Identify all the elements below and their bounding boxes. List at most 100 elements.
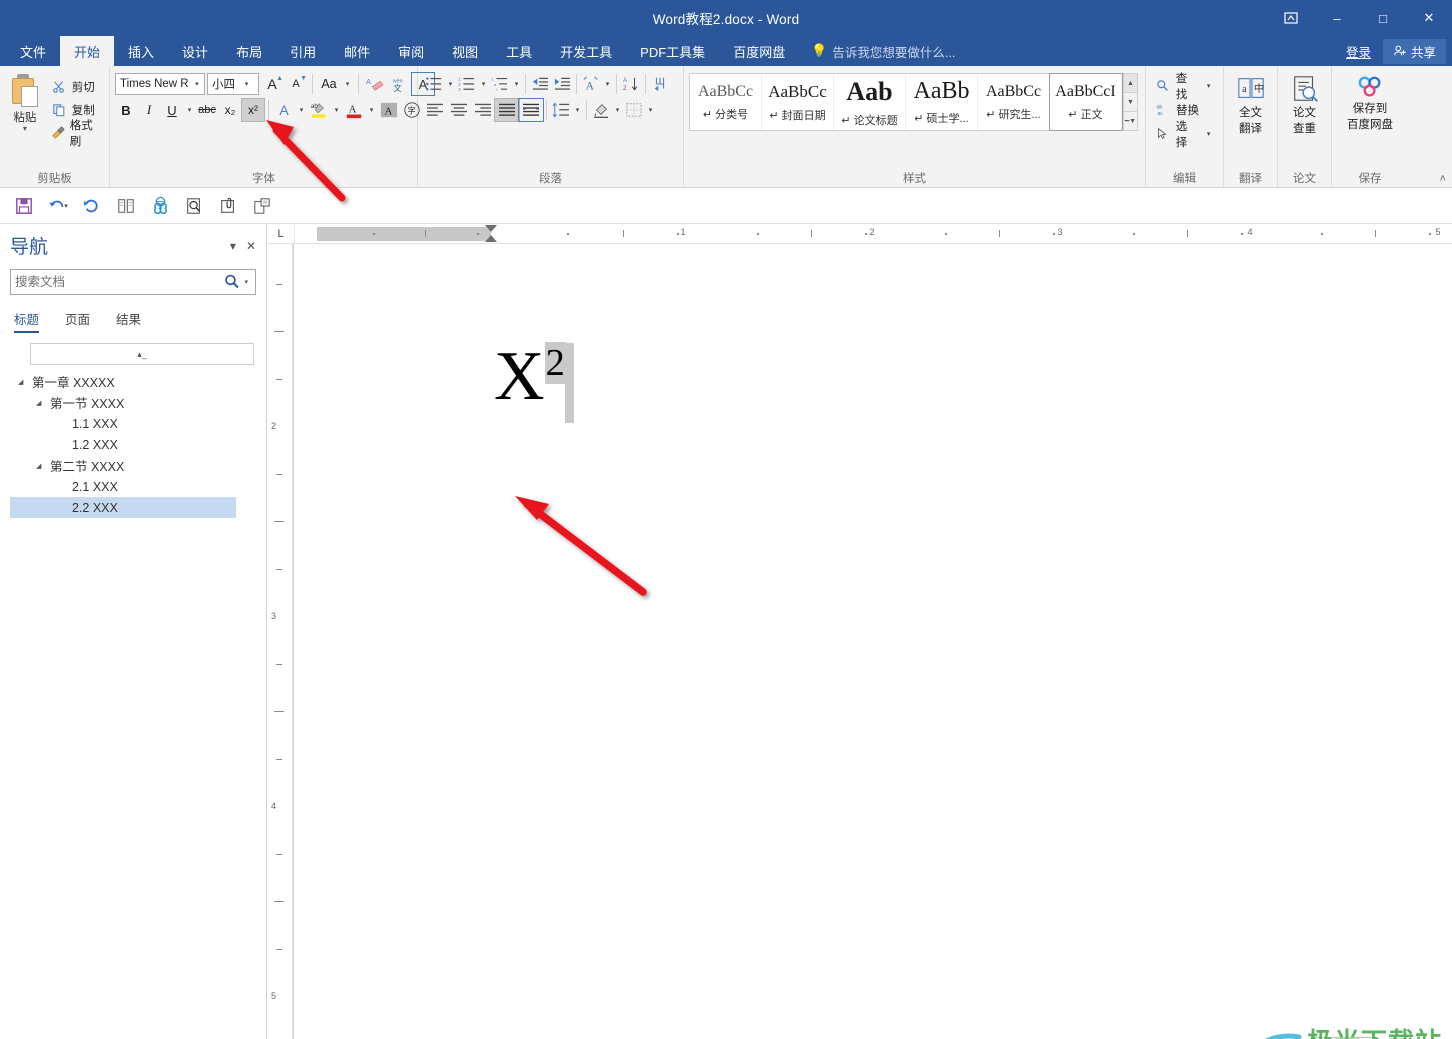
asian-layout-button[interactable]: A [580,73,602,95]
shrink-font-button[interactable]: A ▼ [285,73,307,95]
character-shading-button[interactable]: A [378,99,400,121]
minimize-button[interactable]: – [1314,0,1360,36]
tab-view[interactable]: 视图 [438,36,492,66]
tab-developer[interactable]: 开发工具 [546,36,626,66]
style-item-3[interactable]: AaBb ↵ 硕士学... [906,74,978,130]
nav-heading-1-1[interactable]: 1.1 XXX [10,413,256,434]
paste-caret-icon[interactable]: ▾ [23,125,27,133]
tab-references[interactable]: 引用 [276,36,330,66]
expand-arrow-icon[interactable]: ◢ [36,399,50,407]
style-item-5[interactable]: AaBbCcI ↵ 正文 [1049,73,1123,131]
tab-pdf-tools[interactable]: PDF工具集 [626,36,719,66]
align-right-button[interactable] [471,99,495,121]
text-highlight-button[interactable]: ab [308,99,330,121]
underline-caret-icon[interactable]: ▾ [184,106,195,114]
style-item-4[interactable]: AaBbCc ↵ 研究生... [978,74,1050,130]
tab-stop-selector[interactable]: L [267,224,295,243]
expand-arrow-icon[interactable]: ◢ [36,462,50,470]
nav-tab-results[interactable]: 结果 [116,309,141,333]
highlight-caret-icon[interactable]: ▾ [331,106,342,114]
hanging-indent-marker[interactable] [485,235,497,242]
change-case-button[interactable]: Aa [318,73,340,95]
select-caret-icon[interactable]: ▾ [1203,130,1214,138]
bold-button[interactable]: B [115,99,137,121]
line-spacing-caret-icon[interactable]: ▾ [572,106,583,114]
tab-review[interactable]: 审阅 [384,36,438,66]
navigation-scroll-up-box[interactable]: ▴_ [30,343,254,365]
close-button[interactable]: ✕ [1406,0,1452,36]
font-size-combo[interactable]: 小四 ▾ [207,73,259,95]
numbering-button[interactable]: 123 [456,73,478,95]
sort-button[interactable]: AZ [620,73,642,95]
print-preview-icon[interactable] [180,193,208,219]
ruler-track[interactable]: 1 2 3 4 5 [295,224,1452,243]
sign-in-link[interactable]: 登录 [1338,42,1379,61]
borders-caret-icon[interactable]: ▾ [645,106,656,114]
tell-me-box[interactable]: 💡 告诉我您想要做什么... [811,36,955,66]
style-item-2[interactable]: Aab ↵ 论文标题 [834,74,906,130]
redo-icon[interactable] [78,193,106,219]
font-color-button[interactable]: A [343,99,365,121]
paste-button[interactable]: 粘贴 ▾ [5,72,45,144]
document-page[interactable]: X2 [293,244,1452,1039]
increase-indent-button[interactable] [551,73,573,95]
cut-button[interactable]: 剪切 [47,76,104,98]
font-size-caret-icon[interactable]: ▾ [239,74,254,94]
maximize-button[interactable]: □ [1360,0,1406,36]
justify-button[interactable] [494,98,520,122]
navigation-search-box[interactable]: ▾ [10,269,256,295]
font-name-caret-icon[interactable]: ▾ [190,74,204,94]
columns-icon[interactable] [112,193,140,219]
align-left-button[interactable] [423,99,447,121]
undo-icon[interactable]: ▾ [44,193,72,219]
strikethrough-button[interactable]: abc [196,99,218,121]
thesis-check-button[interactable]: 论文 查重 [1283,70,1326,136]
asian-layout-caret-icon[interactable]: ▾ [602,80,613,88]
nav-heading-section1[interactable]: ◢ 第一节 XXXX [10,392,256,413]
save-icon[interactable] [10,193,38,219]
nav-tab-headings[interactable]: 标题 [14,309,40,333]
style-item-1[interactable]: AaBbCc ↵ 封面日期 [762,74,834,130]
tab-tools[interactable]: 工具 [492,36,546,66]
save-to-baidu-netdisk-button[interactable]: 保存到 百度网盘 [1337,70,1403,132]
style-item-0[interactable]: AaBbCc ↵ 分类号 [690,74,762,130]
page-note-icon[interactable] [248,193,276,219]
show-formatting-marks-button[interactable] [649,73,671,95]
font-color-caret-icon[interactable]: ▾ [366,106,377,114]
grow-font-button[interactable]: A ▲ [261,73,283,95]
expand-arrow-icon[interactable]: ◢ [18,378,32,386]
share-button[interactable]: 共享 [1382,38,1446,64]
search-icon[interactable] [221,270,246,295]
change-case-caret-icon[interactable]: ▾ [342,80,353,88]
nav-heading-1-2[interactable]: 1.2 XXX [10,434,256,455]
superscript-button[interactable]: x² [241,98,265,122]
bullets-button[interactable] [423,73,445,95]
distribute-button[interactable] [518,98,544,122]
multilevel-caret-icon[interactable]: ▾ [511,80,522,88]
styles-more-button[interactable]: ━ ▼ [1123,112,1138,131]
styles-scroll-up-button[interactable]: ▲ [1123,73,1138,93]
find-button[interactable]: 查找 ▾ [1151,73,1218,101]
tab-baidu-netdisk[interactable]: 百度网盘 [719,36,799,66]
bullets-caret-icon[interactable]: ▾ [445,80,456,88]
nav-tab-pages[interactable]: 页面 [65,309,90,333]
multilevel-list-button[interactable]: 1ai [489,73,511,95]
format-painter-button[interactable]: 格式刷 [47,120,104,148]
line-spacing-button[interactable] [550,99,572,121]
borders-button[interactable] [623,99,645,121]
undo-caret-icon[interactable]: ▾ [64,202,68,210]
clear-formatting-button[interactable]: A [364,73,386,95]
shading-caret-icon[interactable]: ▾ [612,106,623,114]
collapse-ribbon-button[interactable]: ˄ [1440,173,1446,185]
tab-design[interactable]: 设计 [168,36,222,66]
align-center-button[interactable] [447,99,471,121]
tab-file[interactable]: 文件 [6,36,60,66]
select-button[interactable]: 选择 ▾ [1151,121,1218,149]
styles-scroll-down-button[interactable]: ▼ [1123,93,1138,112]
italic-button[interactable]: I [138,99,160,121]
document-text-content[interactable]: X2 [494,342,574,423]
tab-layout[interactable]: 布局 [222,36,276,66]
navigation-close-icon[interactable]: ✕ [246,239,256,253]
font-name-combo[interactable]: Times New R ▾ [115,73,205,95]
navigation-options-caret-icon[interactable]: ▾ [230,239,236,253]
